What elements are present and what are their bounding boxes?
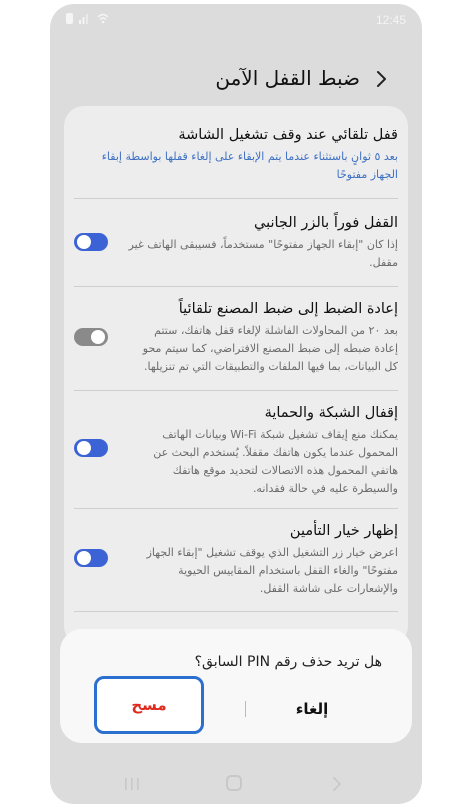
toggle-knob xyxy=(77,551,91,565)
toggle-knob xyxy=(91,330,105,344)
navigation-bar xyxy=(50,768,422,804)
toggle-knob xyxy=(77,235,91,249)
battery-icon xyxy=(66,13,73,24)
setting-network-lock[interactable]: إقفال الشبكة والحماية يمكنك منع إيقاف تش… xyxy=(128,402,398,498)
signal-icon xyxy=(79,14,88,24)
setting-title: القفل فوراً بالزر الجانبي xyxy=(254,215,398,231)
side-key-lock-toggle[interactable] xyxy=(74,233,108,251)
nav-back-icon[interactable] xyxy=(330,776,344,792)
setting-title: إظهار خيار التأمين xyxy=(289,523,398,539)
delete-pin-dialog: هل تريد حذف رقم PIN السابق؟ إلغاء مسح xyxy=(60,629,412,743)
recent-apps-icon[interactable] xyxy=(122,776,142,792)
page-header: ضبط القفل الآمن xyxy=(50,62,422,102)
home-icon[interactable] xyxy=(226,775,242,791)
button-separator xyxy=(245,701,246,717)
divider xyxy=(74,286,398,287)
dialog-question: هل تريد حذف رقم PIN السابق؟ xyxy=(194,654,382,670)
setting-title: إعادة الضبط إلى ضبط المصنع تلقائياً xyxy=(178,301,398,317)
divider xyxy=(74,508,398,509)
status-icons xyxy=(66,13,109,24)
auto-factory-reset-toggle[interactable] xyxy=(74,328,108,346)
status-bar: 12:45 xyxy=(50,4,422,38)
page-title: ضبط القفل الآمن xyxy=(215,66,360,90)
wifi-icon xyxy=(97,13,109,24)
setting-description: بعد ٢٠ من المحاولات الفاشلة لإلغاء قفل ه… xyxy=(142,324,398,373)
setting-description: إذا كان "إبقاء الجهاز مفتوحًا" مستخدماً،… xyxy=(128,238,398,269)
show-lockdown-toggle[interactable] xyxy=(74,549,108,567)
divider xyxy=(74,198,398,199)
phone-screen: 12:45 ضبط القفل الآمن قفل تلقائي عند وقف… xyxy=(50,4,422,804)
status-time: 12:45 xyxy=(375,13,406,27)
toggle-knob xyxy=(77,441,91,455)
setting-auto-lock[interactable]: قفل تلقائي عند وقف تشغيل الشاشة بعد ٥ ثو… xyxy=(74,124,398,184)
cancel-button[interactable]: إلغاء xyxy=(272,693,352,725)
setting-description: اعرض خيار زر التشغيل الذي يوقف تشغيل "إب… xyxy=(146,546,398,595)
setting-auto-factory-reset[interactable]: إعادة الضبط إلى ضبط المصنع تلقائياً بعد … xyxy=(128,298,398,376)
divider xyxy=(74,611,398,612)
setting-title: إقفال الشبكة والحماية xyxy=(264,405,398,421)
network-lock-toggle[interactable] xyxy=(74,439,108,457)
setting-title: قفل تلقائي عند وقف تشغيل الشاشة xyxy=(178,127,398,143)
delete-button[interactable]: مسح xyxy=(97,679,201,731)
setting-side-key-lock[interactable]: القفل فوراً بالزر الجانبي إذا كان "إبقاء… xyxy=(128,212,398,272)
back-icon[interactable] xyxy=(370,68,392,90)
setting-description: بعد ٥ ثوانٍ باستثناء عندما يتم الإبقاء ع… xyxy=(101,150,398,181)
divider xyxy=(74,390,398,391)
settings-list: قفل تلقائي عند وقف تشغيل الشاشة بعد ٥ ثو… xyxy=(64,106,408,646)
setting-show-lockdown[interactable]: إظهار خيار التأمين اعرض خيار زر التشغيل … xyxy=(128,520,398,598)
setting-description: يمكنك منع إيقاف تشغيل شبكة Wi-Fi وبيانات… xyxy=(153,428,398,495)
